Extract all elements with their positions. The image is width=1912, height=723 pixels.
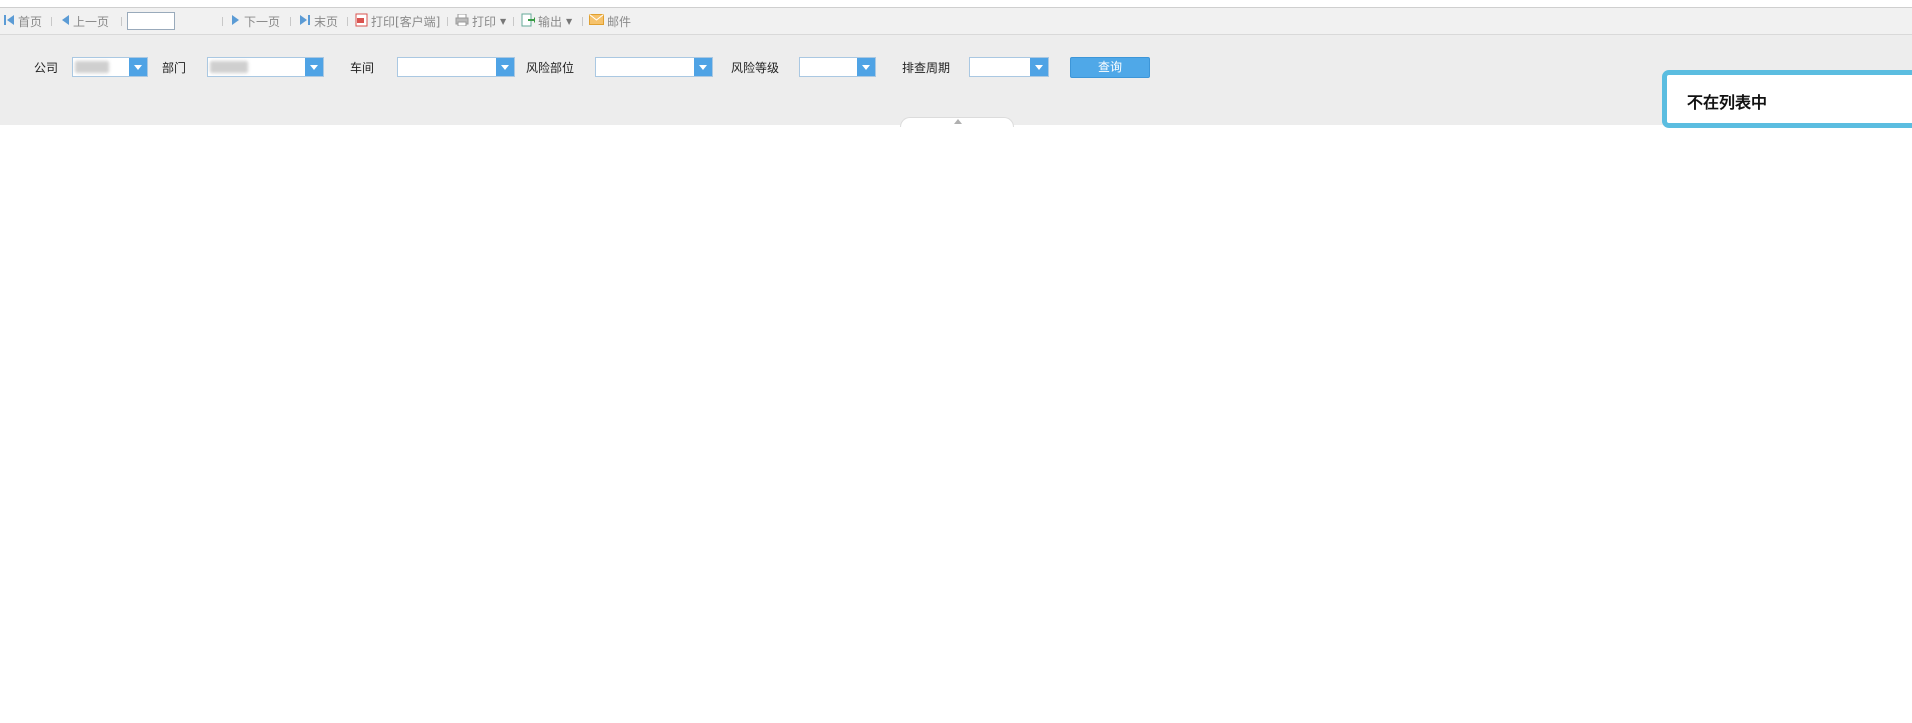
redacted-value [75,61,109,73]
mail-button[interactable]: 邮件 [589,8,631,34]
risk-level-label: 风险等级 [731,61,780,75]
next-page-button[interactable]: 下一页 [231,8,280,34]
risk-location-label: 风险部位 [526,61,575,75]
prev-page-button[interactable]: 上一页 [60,8,109,34]
last-page-icon [299,14,311,29]
chevron-down-icon[interactable] [694,58,712,76]
check-cycle-label: 排查周期 [902,61,951,75]
filter-panel: 公司 部门 车间 风险部位 风险等级 排查周期 查询 [0,35,1912,127]
workshop-value [398,58,496,76]
notice-popup: 不在列表中 [1662,70,1912,128]
risk-location-select[interactable] [595,57,713,77]
print-button[interactable]: 打印 ▼ [455,8,506,34]
chevron-down-icon: ▼ [500,16,507,26]
toolbar-divider [347,17,348,26]
toolbar-divider [513,17,514,26]
pdf-print-icon [355,13,368,30]
export-label: 输出 [538,14,563,29]
chevron-down-icon: ▼ [566,16,573,26]
toolbar-divider [222,17,223,26]
first-page-button[interactable]: 首页 [3,8,42,34]
page-number-input[interactable] [127,12,175,30]
risk-level-select[interactable] [799,57,876,77]
check-cycle-value [970,58,1030,76]
notice-message: 不在列表中 [1687,93,1768,112]
first-page-label: 首页 [18,14,43,29]
prev-page-label: 上一页 [73,14,110,29]
print-client-label: 打印[客户端] [371,14,441,29]
toolbar-divider [290,17,291,26]
department-select[interactable] [207,57,324,77]
query-button[interactable]: 查询 [1070,57,1150,78]
printer-icon [455,13,469,29]
print-client-button[interactable]: 打印[客户端] [355,8,440,34]
first-page-icon [3,14,15,29]
toolbar-divider [582,17,583,26]
toolbar-divider [51,17,52,26]
prev-page-icon [60,14,70,29]
last-page-label: 末页 [314,14,339,29]
report-toolbar: 首页 上一页 下一页 末页 打印[客户端] 打印 ▼ 输出 ▼ 邮件 [0,7,1912,35]
last-page-button[interactable]: 末页 [299,8,338,34]
company-label: 公司 [34,61,59,75]
workshop-select[interactable] [397,57,515,77]
toolbar-divider [447,17,448,26]
check-cycle-select[interactable] [969,57,1049,77]
chevron-down-icon[interactable] [129,58,147,76]
toolbar-divider [121,17,122,26]
chevron-down-icon[interactable] [857,58,875,76]
chevron-down-icon[interactable] [496,58,514,76]
mail-label: 邮件 [607,14,632,29]
company-select[interactable] [72,57,148,77]
mail-icon [589,14,604,28]
print-label: 打印 [472,14,497,29]
risk-location-value [596,58,694,76]
department-label: 部门 [162,61,187,75]
next-page-icon [231,14,241,29]
collapse-panel-handle[interactable] [900,117,1014,127]
export-button[interactable]: 输出 ▼ [521,8,572,34]
chevron-down-icon[interactable] [1030,58,1048,76]
workshop-label: 车间 [350,61,375,75]
chevron-down-icon[interactable] [305,58,323,76]
next-page-label: 下一页 [244,14,281,29]
redacted-value [210,61,248,73]
export-icon [521,13,537,30]
risk-level-value [800,58,857,76]
